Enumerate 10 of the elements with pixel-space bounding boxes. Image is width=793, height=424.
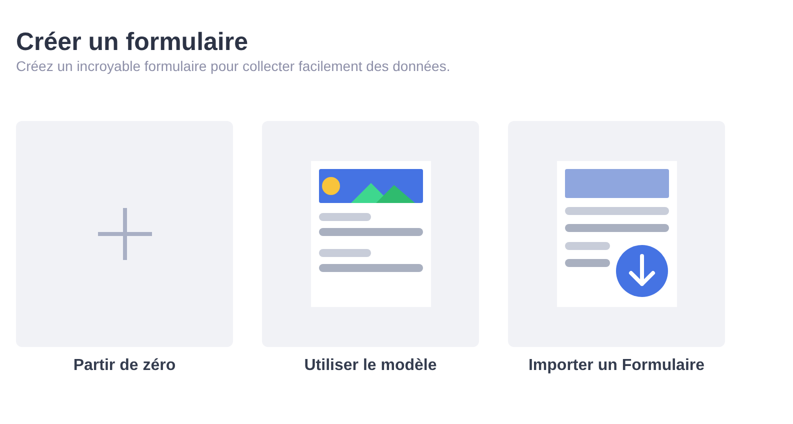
option-card[interactable] [262, 121, 479, 347]
option-label: Utiliser le modèle [304, 356, 437, 376]
page-subtitle: Créez un incroyable formulaire pour collecter facilement des données. [16, 57, 450, 75]
plus-icon [98, 208, 152, 260]
page-title: Créer un formulaire [16, 27, 248, 57]
import-document-icon [556, 161, 676, 307]
option-card[interactable] [508, 121, 725, 347]
option-label: Partir de zéro [73, 356, 176, 376]
template-document-icon [310, 161, 430, 307]
option-label: Importer un Formulaire [528, 356, 705, 376]
